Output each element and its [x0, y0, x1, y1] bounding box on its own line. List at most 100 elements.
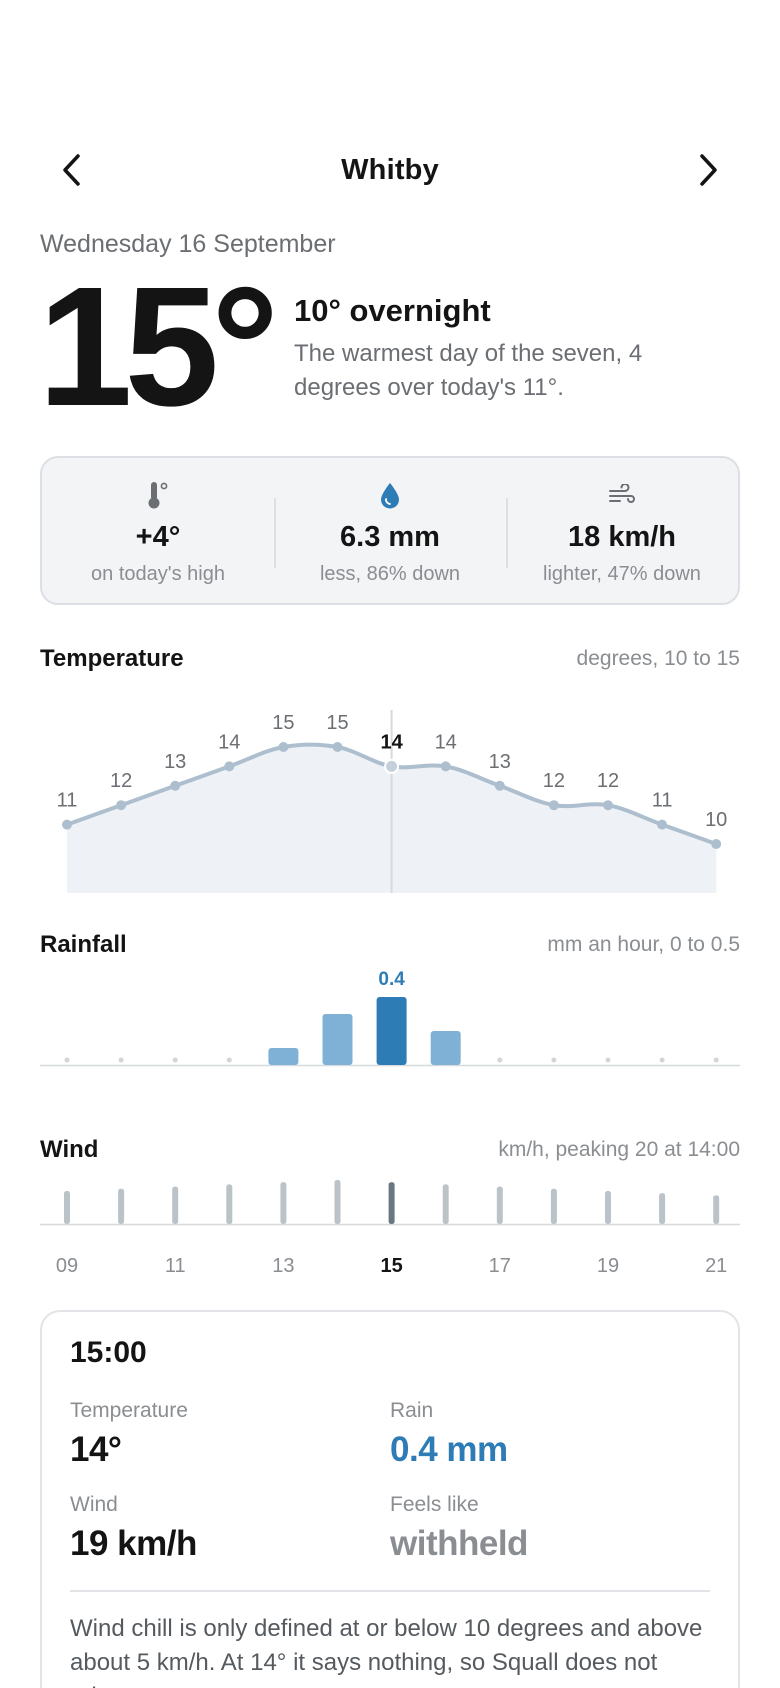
hour-label: 17 — [489, 1255, 511, 1277]
detail-wind-value: 19 km/h — [70, 1524, 197, 1563]
temperature-point — [278, 742, 289, 752]
rainfall-bar — [376, 997, 407, 1065]
rainfall-bar — [268, 1048, 299, 1065]
stat-wind: 18 km/h lighter, 47% down — [506, 458, 738, 603]
wind-bar — [713, 1195, 720, 1224]
detail-time: 15:00 — [70, 1336, 147, 1369]
detail-rain-label: Rain — [390, 1399, 434, 1422]
temperature-label: 13 — [164, 751, 186, 773]
temperature-point — [494, 780, 505, 791]
stat-value: 18 km/h — [568, 521, 676, 553]
wind-bar — [334, 1180, 341, 1224]
rainfall-zero-dot — [64, 1057, 70, 1063]
temperature-point — [548, 800, 559, 811]
rainfall-zero-dot — [551, 1057, 557, 1063]
wind-bar — [64, 1191, 70, 1224]
wind-chart[interactable] — [0, 1170, 780, 1226]
day-summary: The warmest day of the seven, 4 degrees … — [294, 340, 643, 401]
temperature-point — [170, 780, 181, 791]
rainfall-zero-dot — [172, 1057, 178, 1063]
temperature-label: 15 — [272, 712, 294, 734]
wind-icon — [609, 484, 635, 503]
hour-label: 13 — [272, 1255, 294, 1277]
rainfall-chart[interactable]: 0.4 — [0, 960, 780, 1070]
wind-peak: km/h, peaking 20 at 14:00 — [498, 1138, 740, 1161]
hour-axis: 09 11 13 15 17 19 21 — [56, 1255, 727, 1277]
hour-label: 09 — [56, 1255, 78, 1277]
thermometer-icon — [148, 482, 168, 509]
temperature-label: 11 — [652, 790, 673, 812]
temperature-point — [711, 839, 722, 849]
hour-label: 21 — [705, 1255, 727, 1277]
detail-wind-label: Wind — [70, 1493, 118, 1516]
wind-bar — [496, 1186, 503, 1224]
detail-feels-value: withheld — [390, 1524, 528, 1563]
temperature-label: 13 — [489, 751, 511, 773]
temperature-point — [62, 819, 72, 830]
temperature-label: 12 — [597, 770, 619, 792]
temperature-label: 15 — [326, 712, 348, 734]
next-day-button[interactable] — [684, 146, 732, 194]
detail-temperature-label: Temperature — [70, 1399, 188, 1422]
temperature-point — [116, 800, 127, 811]
stat-rainfall: 6.3 mm less, 86% down — [274, 458, 506, 603]
hour-label: 15 — [380, 1255, 402, 1277]
temperature-point — [603, 800, 613, 811]
temperature-point — [332, 742, 343, 752]
temperature-label: 10 — [705, 809, 727, 831]
wind-chill-explanation: Wind chill is only defined at or below 1… — [70, 1615, 703, 1688]
wind-title: Wind — [40, 1136, 99, 1163]
overnight-temperature: 10° overnight — [294, 293, 491, 328]
rainfall-zero-dot — [605, 1057, 611, 1063]
temperature-point — [384, 758, 400, 774]
city-title: Whitby — [341, 154, 439, 186]
rainfall-value-label: 0.4 — [378, 969, 405, 990]
wind-bar — [442, 1184, 449, 1224]
stat-value: +4° — [135, 521, 181, 553]
wind-bar — [118, 1188, 125, 1224]
wind-bar — [172, 1186, 179, 1224]
chevron-right-icon — [700, 154, 717, 186]
detail-rain-value: 0.4 mm — [390, 1430, 508, 1469]
wind-bar — [280, 1182, 287, 1224]
wind-bar — [605, 1191, 611, 1224]
hour-label: 11 — [165, 1255, 186, 1277]
stat-note: on today's high — [91, 563, 225, 585]
temperature-label: 14 — [218, 731, 240, 753]
temperature-point — [224, 761, 235, 772]
temperature-range: degrees, 10 to 15 — [576, 647, 740, 670]
detail-temperature-value: 14° — [70, 1430, 122, 1469]
top-bar: Whitby — [40, 140, 740, 200]
temperature-label: 11 — [57, 790, 78, 812]
hour-detail-card: 15:00 Temperature 14° Rain 0.4 mm Wind 1… — [40, 1310, 740, 1688]
raindrop-icon — [381, 483, 399, 509]
rainfall-range: mm an hour, 0 to 0.5 — [547, 933, 740, 956]
stat-note: less, 86% down — [319, 563, 461, 585]
rainfall-bar — [322, 1014, 353, 1065]
temperature-chart[interactable]: 11 12 13 14 15 15 14 14 13 12 12 11 10 — [0, 700, 780, 900]
stat-note: lighter, 47% down — [543, 563, 701, 585]
detail-divider — [70, 1590, 710, 1592]
rainfall-zero-dot — [497, 1057, 503, 1063]
rainfall-bar — [430, 1031, 461, 1065]
temperature-label: 12 — [110, 770, 132, 792]
temperature-label: 14 — [435, 731, 457, 753]
temperature-point — [657, 819, 668, 830]
rainfall-zero-dot — [659, 1057, 665, 1063]
wind-bar — [659, 1193, 666, 1224]
temperature-point — [440, 761, 451, 772]
temperature-title: Temperature — [40, 645, 184, 672]
stat-temperature: +4° on today's high — [42, 458, 274, 603]
stat-value: 6.3 mm — [340, 521, 440, 553]
temperature-label: 12 — [543, 770, 565, 792]
wind-bar — [550, 1188, 557, 1224]
rainfall-zero-dot — [118, 1057, 124, 1063]
wind-bar — [226, 1184, 233, 1224]
rainfall-zero-dot — [226, 1057, 232, 1063]
wind-bar — [388, 1182, 395, 1224]
high-temperature: 15° — [38, 252, 279, 442]
detail-feels-label: Feels like — [390, 1493, 479, 1516]
rainfall-zero-dot — [713, 1057, 719, 1063]
rainfall-title: Rainfall — [40, 931, 127, 958]
hour-label: 19 — [597, 1255, 619, 1277]
